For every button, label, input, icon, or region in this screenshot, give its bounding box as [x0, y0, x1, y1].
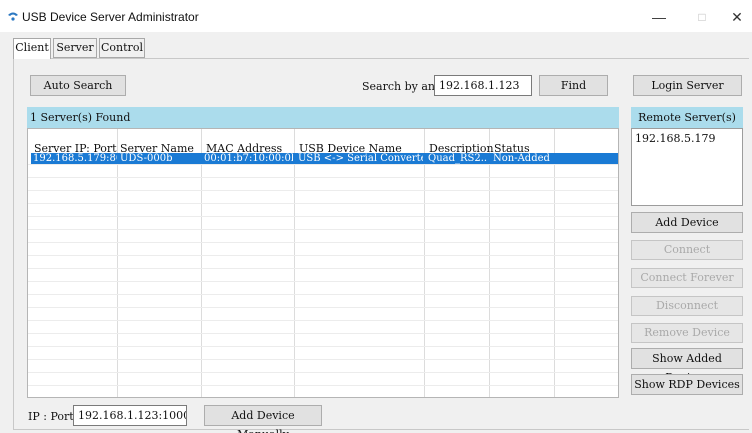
disconnect-button[interactable]: Disconnect: [631, 296, 743, 316]
show-rdp-devices-button[interactable]: Show RDP Devices: [631, 374, 743, 395]
servers-found-header: 1 Server(s) Found: [27, 107, 619, 128]
ip-port-label: IP : Port: [28, 410, 74, 423]
tab-client[interactable]: Client: [13, 38, 51, 59]
connect-button[interactable]: Connect: [631, 240, 743, 260]
auto-search-button[interactable]: Auto Search: [30, 75, 126, 96]
maximize-button[interactable]: □: [687, 7, 717, 27]
cell-server-ip: 192.168.5.179:8000: [33, 153, 117, 164]
connect-forever-button[interactable]: Connect Forever: [631, 268, 743, 288]
remove-device-button[interactable]: Remove Device: [631, 323, 743, 343]
cell-mac-address: 00:01:b7:10:00:0b: [204, 153, 293, 164]
remote-servers-list[interactable]: 192.168.5.179: [631, 128, 743, 206]
minimize-button[interactable]: —: [644, 7, 674, 27]
tab-control[interactable]: Control: [99, 38, 145, 58]
app-icon: [8, 12, 18, 21]
cell-server-name: UDS-000b: [120, 153, 173, 164]
find-button[interactable]: Find: [539, 75, 608, 96]
add-device-manually-button[interactable]: Add Device Manually: [204, 405, 322, 433]
cell-status: Non-Added: [493, 153, 550, 164]
remote-servers-header: Remote Server(s): [631, 107, 743, 128]
close-button[interactable]: ✕: [722, 7, 752, 27]
tab-server[interactable]: Server: [53, 38, 97, 58]
window-title: USB Device Server Administrator: [22, 10, 199, 24]
ip-port-input[interactable]: 192.168.1.123:1000: [73, 405, 187, 426]
add-device-button[interactable]: Add Device: [631, 212, 743, 233]
list-item[interactable]: 192.168.5.179: [635, 132, 715, 145]
cell-usb-device-name: USB <-> Serial Converter: [298, 153, 423, 164]
search-ip-input[interactable]: 192.168.1.123: [434, 75, 532, 96]
cell-description: Quad_RS2...: [428, 153, 488, 164]
show-added-devices-button[interactable]: Show Added Devices: [631, 348, 743, 384]
title-bar: USB Device Server Administrator — □ ✕: [0, 0, 752, 32]
login-server-button[interactable]: Login Server: [633, 75, 742, 96]
servers-table: Server IP: Port Server Name MAC Address …: [27, 128, 619, 398]
